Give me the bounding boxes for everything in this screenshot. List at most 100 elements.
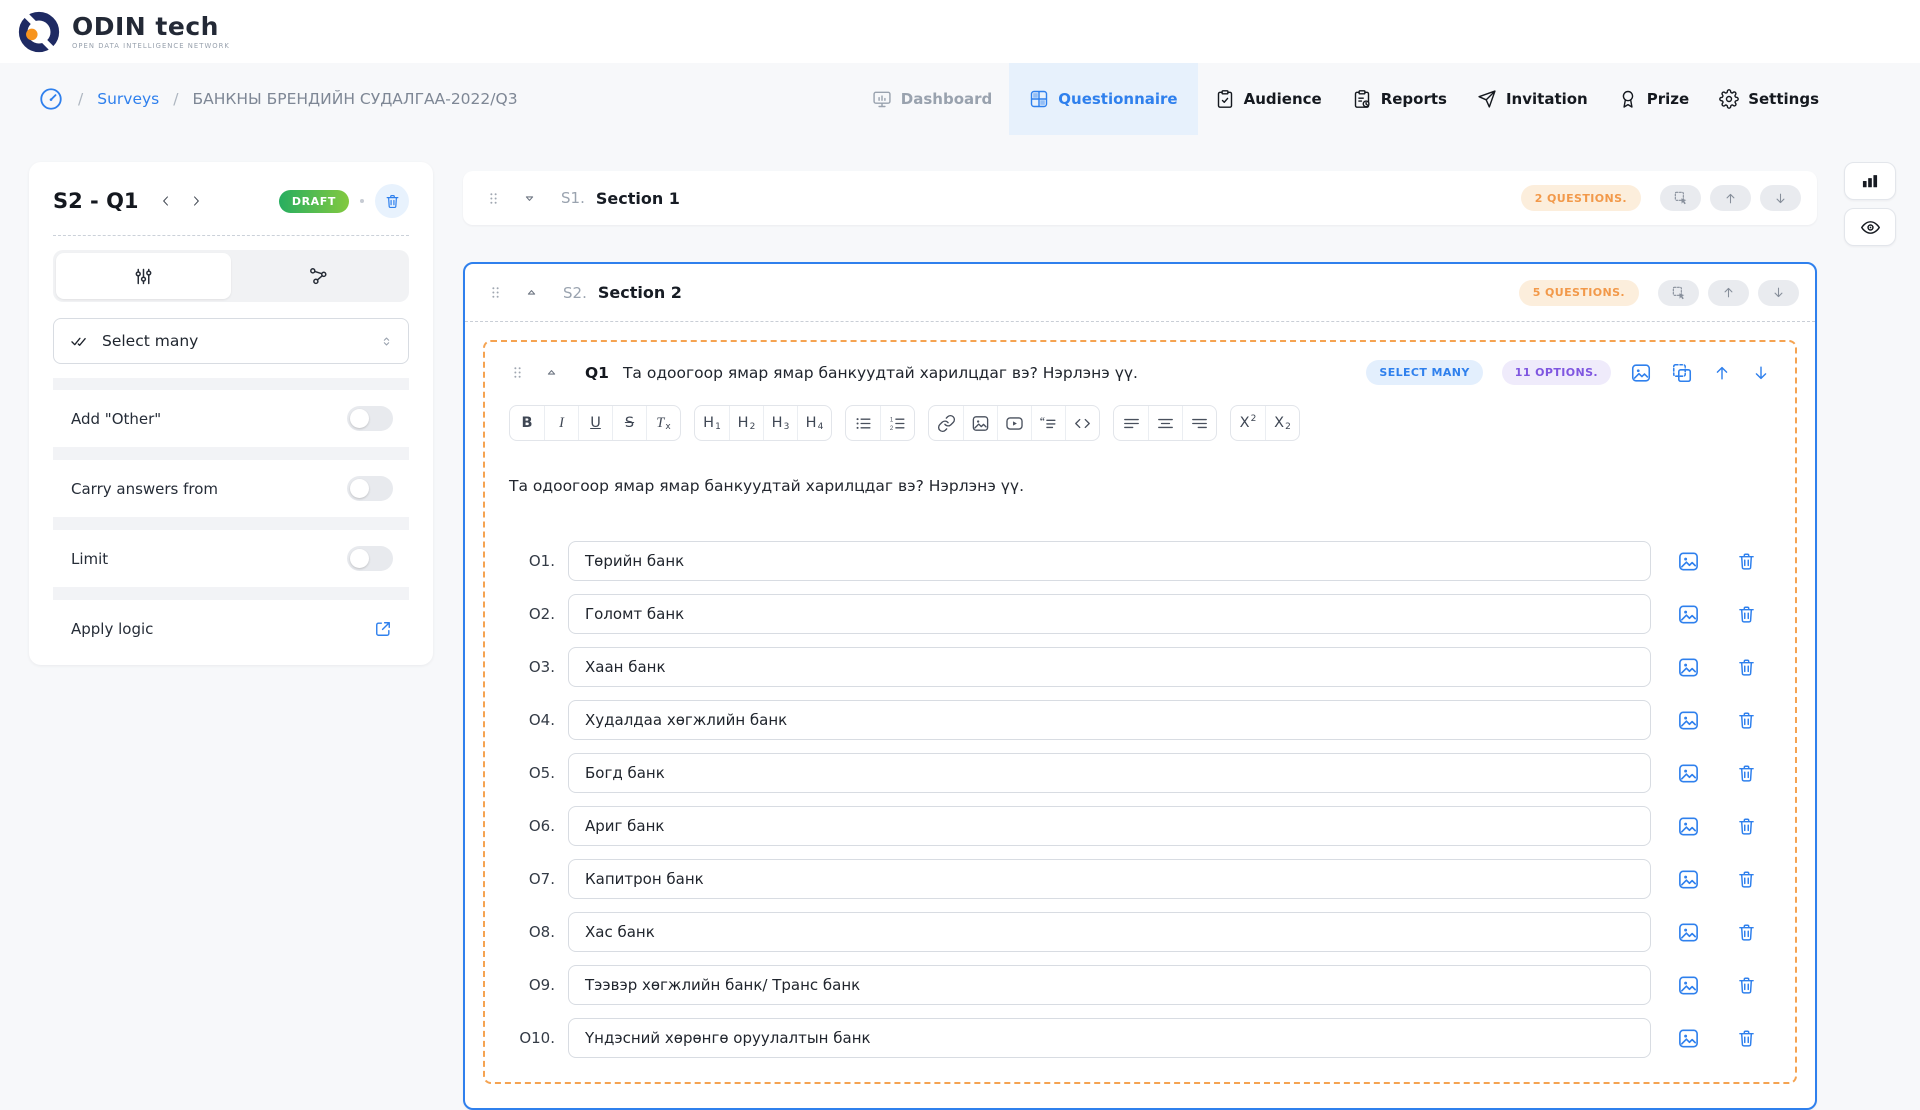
prev-question-button[interactable] (159, 194, 173, 208)
option-delete-button[interactable] (1736, 975, 1757, 996)
option-image-button[interactable] (1677, 550, 1700, 573)
option-image-button[interactable] (1677, 868, 1700, 891)
trash-icon (1736, 869, 1757, 890)
tb-bold-button[interactable]: B (510, 406, 544, 440)
option-delete-button[interactable] (1736, 604, 1757, 625)
collapse-question-icon[interactable] (544, 365, 559, 380)
next-question-button[interactable] (189, 194, 203, 208)
tb-insert-video-button[interactable] (997, 406, 1031, 440)
section-select-button[interactable] (1658, 280, 1699, 306)
option-image-button[interactable] (1677, 709, 1700, 732)
option-text-input[interactable]: Голомт банк (568, 594, 1651, 634)
tb-heading-4-button[interactable]: H4 (797, 406, 831, 440)
option-delete-button[interactable] (1736, 551, 1757, 572)
tb-insert-image-button[interactable] (963, 406, 997, 440)
option-text-input[interactable]: Тээвэр хөгжлийн банк/ Транс банк (568, 965, 1651, 1005)
section-title[interactable]: Section 2 (598, 283, 682, 302)
tab-question-logic[interactable] (231, 253, 406, 299)
limit-toggle[interactable] (347, 546, 393, 571)
question-type-select[interactable]: Select many (53, 318, 409, 364)
nav-item-questionnaire[interactable]: Questionnaire (1009, 63, 1197, 135)
tb-code-button[interactable] (1065, 406, 1099, 440)
brand-logo[interactable]: ODIN tech OPEN DATA INTELLIGENCE NETWORK (16, 9, 230, 55)
move-section-up-button[interactable] (1710, 185, 1751, 211)
tb-heading-1-button[interactable]: H1 (695, 406, 729, 440)
expand-section-icon[interactable] (522, 191, 537, 206)
nav-item-settings[interactable]: Settings (1706, 63, 1832, 135)
nav-item-audience[interactable]: Audience (1202, 63, 1335, 135)
drag-handle-icon[interactable] (485, 190, 502, 207)
option-text-input[interactable]: Хас банк (568, 912, 1651, 952)
delete-question-button[interactable] (375, 184, 409, 218)
tb-heading-3-button[interactable]: H3 (763, 406, 797, 440)
odin-logo-icon (16, 9, 62, 55)
apply-logic-link[interactable] (373, 619, 393, 639)
dot-separator (360, 199, 364, 203)
carry-answers-from-toggle[interactable] (347, 476, 393, 501)
option-text-input[interactable]: Богд банк (568, 753, 1651, 793)
tb-heading-2-button[interactable]: H2 (729, 406, 763, 440)
tb-insert-link-button[interactable] (929, 406, 963, 440)
section-title[interactable]: Section 1 (596, 189, 680, 208)
option-text-input[interactable]: Капитрон банк (568, 859, 1651, 899)
option-text-input[interactable]: Ариг банк (568, 806, 1651, 846)
nav-item-dashboard[interactable]: Dashboard (859, 63, 1005, 135)
option-delete-button[interactable] (1736, 1028, 1757, 1049)
toolbar-group: H1H2H3H4 (694, 405, 832, 441)
option-image-button[interactable] (1677, 815, 1700, 838)
tb-label: S (625, 415, 634, 431)
tb-align-center-button[interactable] (1148, 406, 1182, 440)
tb-superscript-button[interactable]: X2 (1231, 406, 1265, 440)
section-select-button[interactable] (1660, 185, 1701, 211)
tab-question-settings[interactable] (56, 253, 231, 299)
option-delete-button[interactable] (1736, 710, 1757, 731)
tb-subscript-button[interactable]: X2 (1265, 406, 1299, 440)
move-question-up-button[interactable] (1712, 363, 1732, 383)
question-duplicate-button[interactable] (1671, 362, 1693, 384)
option-text-input[interactable]: Төрийн банк (568, 541, 1651, 581)
drag-handle-icon[interactable] (509, 364, 526, 381)
tb-clear-formatting-button[interactable]: Tx (646, 406, 680, 440)
option-text-input[interactable]: Худалдаа хөгжлийн банк (568, 700, 1651, 740)
collapse-section-icon[interactable] (524, 285, 539, 300)
option-image-button[interactable] (1677, 921, 1700, 944)
tb-ordered-list-button[interactable]: 12 (880, 406, 914, 440)
tb-align-left-button[interactable] (1114, 406, 1148, 440)
move-section-down-button[interactable] (1760, 185, 1801, 211)
option-delete-button[interactable] (1736, 869, 1757, 890)
drag-handle-icon[interactable] (487, 284, 504, 301)
image-icon (971, 414, 990, 433)
move-section-down-button[interactable] (1758, 280, 1799, 306)
option-text-input[interactable]: Хаан банк (568, 647, 1651, 687)
question-body-text[interactable]: Та одоогоор ямар ямар банкуудтай харилцд… (509, 477, 1771, 495)
home-dashboard-icon[interactable] (38, 86, 64, 112)
tb-blockquote-button[interactable]: “ (1031, 406, 1065, 440)
option-delete-button[interactable] (1736, 763, 1757, 784)
option-delete-button[interactable] (1736, 922, 1757, 943)
tb-align-right-button[interactable] (1182, 406, 1216, 440)
option-image-button[interactable] (1677, 603, 1700, 626)
move-question-down-button[interactable] (1751, 363, 1771, 383)
question-type-value: Select many (102, 332, 198, 350)
option-image-button[interactable] (1677, 974, 1700, 997)
question-image-button[interactable] (1630, 362, 1652, 384)
nav-item-reports[interactable]: Reports (1339, 63, 1460, 135)
survey-stats-button[interactable] (1844, 162, 1896, 200)
option-image-button[interactable] (1677, 1027, 1700, 1050)
breadcrumb-surveys-link[interactable]: Surveys (97, 90, 159, 108)
preview-button[interactable] (1844, 208, 1896, 246)
tb-underline-button[interactable]: U (578, 406, 612, 440)
add-other-toggle[interactable] (347, 406, 393, 431)
question-title[interactable]: Та одоогоор ямар ямар банкуудтай харилцд… (623, 364, 1138, 382)
option-delete-button[interactable] (1736, 816, 1757, 837)
nav-item-invitation[interactable]: Invitation (1464, 63, 1601, 135)
move-section-up-button[interactable] (1708, 280, 1749, 306)
nav-item-prize[interactable]: Prize (1605, 63, 1702, 135)
option-text-input[interactable]: Үндэсний хөрөнгө оруулалтын банк (568, 1018, 1651, 1058)
tb-italic-button[interactable]: I (544, 406, 578, 440)
tb-bullet-list-button[interactable] (846, 406, 880, 440)
tb-strikethrough-button[interactable]: S (612, 406, 646, 440)
option-delete-button[interactable] (1736, 657, 1757, 678)
option-image-button[interactable] (1677, 656, 1700, 679)
option-image-button[interactable] (1677, 762, 1700, 785)
